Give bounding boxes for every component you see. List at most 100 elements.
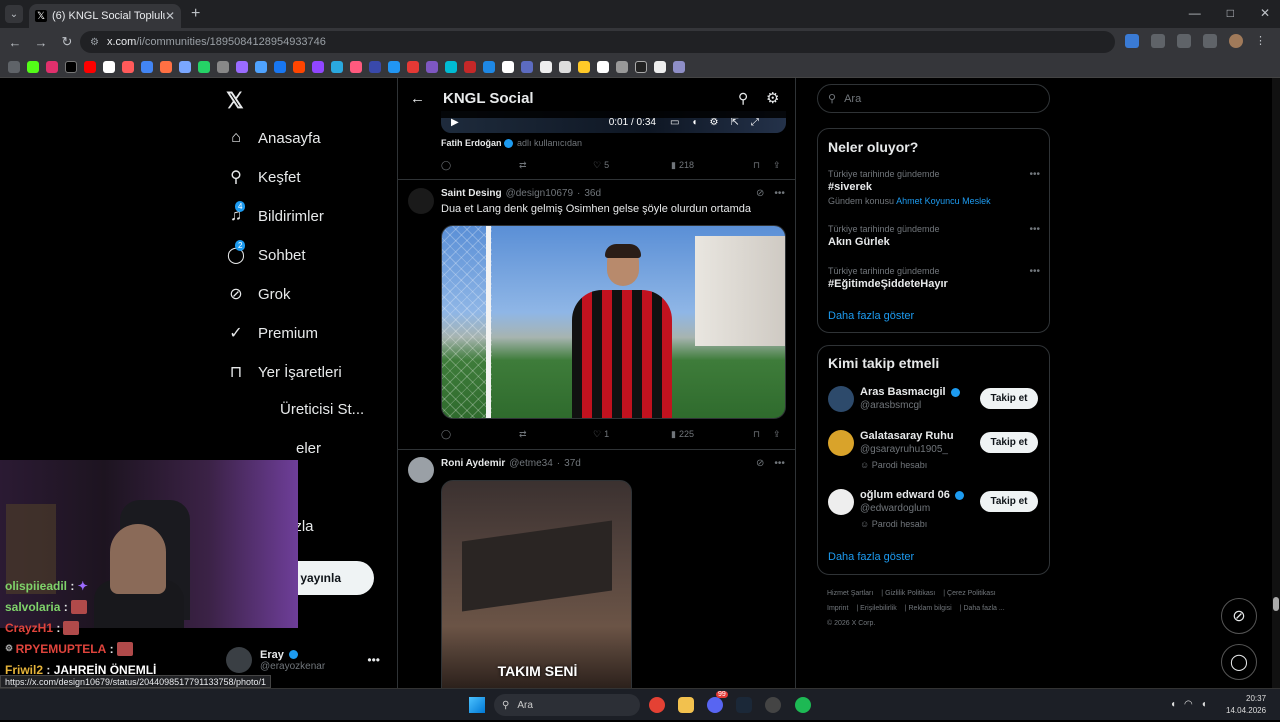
views-button[interactable]: ▮ 218 — [671, 160, 753, 171]
bookmark-icon[interactable] — [27, 60, 39, 73]
bookmark-icon[interactable] — [483, 60, 495, 73]
new-tab-icon[interactable]: + — [191, 5, 200, 23]
bookmark-icon[interactable] — [160, 60, 172, 73]
bookmark-icon[interactable] — [255, 60, 267, 73]
follow-button[interactable]: Takip et — [980, 388, 1038, 409]
bookmark-icon[interactable] — [217, 60, 229, 73]
tweet-image[interactable] — [441, 225, 786, 419]
chrome-icon[interactable] — [649, 697, 665, 713]
reply-icon[interactable]: ◯ — [441, 160, 519, 171]
back-arrow-icon[interactable]: ← — [410, 90, 425, 107]
bookmark-icon[interactable] — [673, 60, 685, 73]
bookmark-icon[interactable] — [445, 60, 457, 73]
bookmark-icon[interactable] — [540, 60, 552, 73]
popout-icon[interactable]: ⇱ — [730, 117, 738, 128]
avatar[interactable] — [408, 457, 434, 483]
bookmark-icon[interactable]: ⊓ — [753, 160, 773, 171]
tweet-author[interactable]: Saint Desing — [441, 188, 502, 199]
bookmark-icon[interactable] — [654, 60, 666, 73]
taskbar-search[interactable]: ⚲ Ara — [494, 694, 640, 716]
follow-button[interactable]: Takip et — [980, 432, 1038, 453]
extension-icon[interactable] — [1125, 34, 1139, 48]
taskbar-clock[interactable]: 20:37 14.04.2026 — [1226, 693, 1266, 717]
bookmark-icon[interactable] — [369, 60, 381, 73]
download-icon[interactable] — [1177, 34, 1191, 48]
bookmark-icon[interactable] — [312, 60, 324, 73]
forward-icon[interactable]: → — [30, 35, 52, 50]
footer-link[interactable]: Gizlilik Politikası — [885, 590, 935, 597]
bookmark-icon[interactable] — [236, 60, 248, 73]
follow-button[interactable]: Takip et — [980, 491, 1038, 512]
maximize-icon[interactable]: □ — [1227, 6, 1234, 20]
views-button[interactable]: ▮ 225 — [671, 429, 753, 440]
more-dots-icon[interactable]: ••• — [1029, 266, 1040, 277]
reply-icon[interactable]: ◯ — [441, 429, 519, 440]
sidebar-item-premium[interactable]: ✓ Premium — [226, 323, 318, 343]
account-switcher[interactable]: Eray @erayozkenar ••• — [226, 645, 386, 675]
more-dots-icon[interactable]: ••• — [1029, 169, 1040, 180]
avatar[interactable] — [408, 188, 434, 214]
sidebar-item-explore[interactable]: ⚲ Keşfet — [226, 167, 300, 187]
trend-link[interactable]: Ahmet Koyuncu Meslek — [896, 196, 991, 206]
bookmark-icon[interactable] — [274, 60, 286, 73]
bookmark-icon[interactable] — [426, 60, 438, 73]
bookmark-icon[interactable] — [559, 60, 571, 73]
close-window-icon[interactable]: ✕ — [1260, 6, 1270, 20]
sidebar-item-creator-studio[interactable]: Üreticisi St... — [280, 401, 364, 418]
wifi-icon[interactable]: ◠ — [1184, 699, 1193, 710]
tweet-author[interactable]: Roni Aydemir — [441, 458, 505, 469]
bookmark-icon[interactable] — [122, 60, 134, 73]
bookmark-icon[interactable] — [103, 60, 115, 73]
tab-search-button[interactable]: ⌄ — [5, 5, 23, 23]
search-input[interactable]: ⚲ Ara — [817, 84, 1050, 113]
apps-icon[interactable] — [8, 60, 20, 73]
retweet-icon[interactable]: ⇄ — [519, 160, 593, 171]
sidebar-item-bookmarks[interactable]: ⊓ Yer İşaretleri — [226, 362, 342, 382]
volume-icon[interactable]: ◖ — [1201, 699, 1207, 710]
bookmark-icon[interactable] — [350, 60, 362, 73]
show-more-link[interactable]: Daha fazla göster — [828, 551, 914, 563]
footer-link[interactable]: Hizmet Şartları — [827, 590, 873, 597]
footer-link[interactable]: Çerez Politikası — [947, 590, 996, 597]
sidebar-item-notifications[interactable]: ♫ 4 Bildirimler — [226, 201, 324, 226]
like-button[interactable]: ♡ 5 — [593, 160, 671, 171]
play-icon[interactable]: ▶ — [451, 117, 459, 128]
bookmark-icon[interactable] — [407, 60, 419, 73]
bookmark-icon[interactable] — [141, 60, 153, 73]
sidebar-item-home[interactable]: ⌂ Anasayfa — [226, 128, 320, 148]
grok-icon[interactable]: ⊘ — [756, 188, 764, 199]
bookmark-icon[interactable] — [198, 60, 210, 73]
x-logo-icon[interactable]: 𝕏 — [226, 88, 244, 114]
bookmark-icon[interactable] — [179, 60, 191, 73]
footer-link[interactable]: Erişilebilirlik — [860, 605, 897, 612]
media-icon[interactable] — [1203, 34, 1217, 48]
follow-suggestion[interactable]: Galatasaray Ruhu @gsarayruhu1905_ ☺ Paro… — [828, 430, 1040, 470]
retweet-icon[interactable]: ⇄ — [519, 429, 593, 440]
sidebar-item-lists[interactable]: eler — [296, 440, 321, 457]
grok-icon[interactable]: ⊘ — [756, 458, 764, 469]
gear-icon[interactable]: ⚙ — [766, 89, 779, 107]
spotify-icon[interactable] — [795, 697, 811, 713]
discord-icon[interactable]: 99 — [707, 691, 728, 713]
bookmark-icon[interactable] — [578, 60, 590, 73]
bookmark-icon[interactable] — [464, 60, 476, 73]
share-icon[interactable]: ⇪ — [773, 160, 781, 171]
follow-suggestion[interactable]: Aras Basmacıgil @arasbsmcgl Takip et — [828, 386, 1040, 426]
bookmark-icon[interactable] — [65, 60, 77, 73]
steam-icon[interactable] — [736, 697, 752, 713]
folder-icon[interactable] — [678, 697, 694, 713]
bookmark-icon[interactable] — [597, 60, 609, 73]
attribution-user[interactable]: Fatih Erdoğan — [441, 138, 502, 148]
mic-icon[interactable]: ◖ — [1170, 699, 1176, 710]
more-dots-icon[interactable]: ••• — [1029, 224, 1040, 235]
minimize-icon[interactable]: — — [1189, 6, 1201, 20]
trend-item[interactable]: Türkiye tarihinde gündemde #siverek Günd… — [828, 169, 1040, 206]
share-icon[interactable]: ⇪ — [773, 429, 781, 440]
bookmark-icon[interactable] — [521, 60, 533, 73]
bookmark-icon[interactable] — [388, 60, 400, 73]
bookmark-icon[interactable] — [46, 60, 58, 73]
caption-icon[interactable]: ▭ — [670, 117, 679, 128]
obs-icon[interactable] — [765, 697, 781, 713]
settings-icon[interactable]: ⚙ — [709, 117, 718, 128]
grok-fab-icon[interactable]: ⊘ — [1221, 598, 1257, 634]
